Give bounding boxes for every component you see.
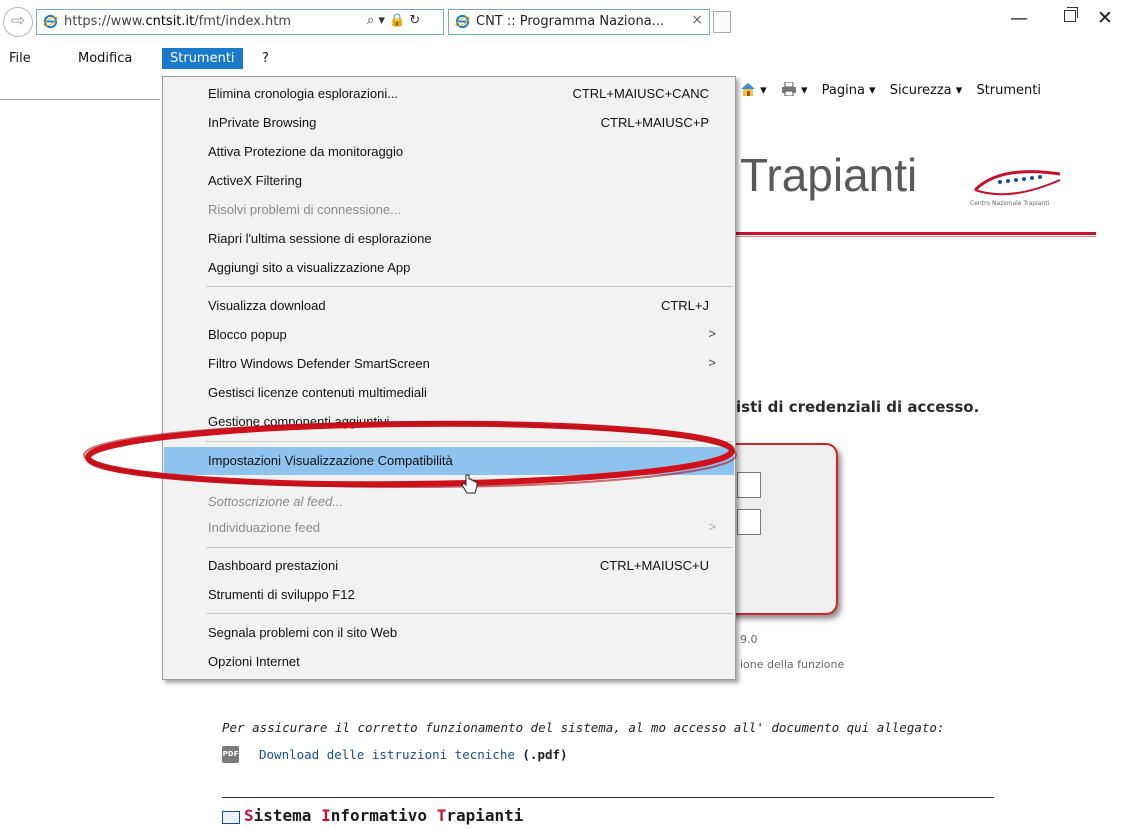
hand-cursor-icon bbox=[461, 474, 478, 494]
menu-item-inprivate[interactable]: InPrivate Browsing CTRL+MAIUSC+P bbox=[164, 109, 734, 137]
restore-button[interactable] bbox=[1064, 7, 1078, 22]
address-tools[interactable]: ⌕ ▾ 🔒 ↻ bbox=[367, 13, 420, 28]
password-field[interactable] bbox=[737, 509, 761, 535]
menu-item-visualizza-download[interactable]: Visualizza download CTRL+J bbox=[164, 292, 734, 320]
back-button[interactable]: ⇨ bbox=[3, 7, 33, 37]
address-bar[interactable]: https://www.cntsit.it/fmt/index.htm ⌕ ▾ … bbox=[36, 9, 444, 35]
home-dropdown-icon[interactable]: ▾ bbox=[760, 83, 767, 98]
print-dropdown-icon[interactable]: ▾ bbox=[801, 83, 808, 98]
menu-item-aggiungi-app[interactable]: Aggiungi sito a visualizzazione App bbox=[164, 254, 734, 282]
strumenti-menu: Elimina cronologia esplorazioni... CTRL+M… bbox=[162, 76, 736, 680]
sit-title: Sistema Informativo Trapianti bbox=[244, 806, 524, 825]
command-bar: ▾ ▾ Pagina ▾ Sicurezza ▾ Strumenti bbox=[740, 80, 1051, 98]
submenu-arrow-icon: > bbox=[708, 519, 716, 534]
print-icon[interactable] bbox=[781, 82, 797, 96]
new-tab-icon[interactable] bbox=[713, 11, 731, 33]
tab-title: CNT :: Programma Naziona... bbox=[476, 14, 665, 29]
browser-tab[interactable]: CNT :: Programma Naziona... × bbox=[448, 9, 710, 35]
logo-subtitle: Centro Nazionale Trapianti bbox=[970, 200, 1050, 207]
menu-item-elimina-cronologia[interactable]: Elimina cronologia esplorazioni... CTRL+M… bbox=[164, 80, 734, 108]
logo-title: Trapianti bbox=[740, 149, 918, 201]
function-text: ione della funzione bbox=[740, 658, 845, 671]
minimize-button[interactable]: — bbox=[1010, 8, 1028, 29]
menu-help[interactable]: ? bbox=[262, 51, 269, 66]
submenu-arrow-icon: > bbox=[708, 355, 716, 370]
sicurezza-button[interactable]: Sicurezza ▾ bbox=[890, 83, 963, 98]
menu-separator bbox=[206, 286, 733, 287]
footer-divider bbox=[222, 797, 994, 798]
menu-separator bbox=[206, 547, 733, 548]
menu-item-segnala-problemi[interactable]: Segnala problemi con il sito Web bbox=[164, 619, 734, 647]
tab-ie-icon bbox=[455, 14, 470, 29]
header-divider-thin bbox=[730, 236, 1096, 237]
menu-item-licenze-multimediali[interactable]: Gestisci licenze contenuti multimediali bbox=[164, 379, 734, 407]
mail-icon bbox=[222, 811, 240, 824]
submenu-arrow-icon: > bbox=[708, 326, 716, 341]
menu-item-blocco-popup[interactable]: Blocco popup > bbox=[164, 321, 734, 349]
menu-file[interactable]: File bbox=[9, 51, 31, 66]
menu-separator bbox=[206, 613, 733, 614]
menu-item-smartscreen[interactable]: Filtro Windows Defender SmartScreen > bbox=[164, 350, 734, 378]
pagina-button[interactable]: Pagina ▾ bbox=[822, 83, 876, 98]
pdf-icon: PDF bbox=[222, 746, 239, 763]
username-field[interactable] bbox=[737, 472, 761, 498]
close-window-button[interactable]: ✕ bbox=[1097, 7, 1113, 29]
menu-item-activex-filtering[interactable]: ActiveX Filtering bbox=[164, 167, 734, 195]
notice-text: Per assicurare il corretto funzionamento… bbox=[222, 720, 945, 735]
tab-close-icon[interactable]: × bbox=[691, 12, 703, 28]
menubar-divider bbox=[0, 99, 160, 100]
menu-item-strumenti-sviluppo[interactable]: Strumenti di sviluppo F12 bbox=[164, 581, 734, 609]
menu-item-protezione-monitoraggio[interactable]: Attiva Protezione da monitoraggio bbox=[164, 138, 734, 166]
menu-item-dashboard-prestazioni[interactable]: Dashboard prestazioni CTRL+MAIUSC+U bbox=[164, 552, 734, 580]
menu-item-opzioni-internet[interactable]: Opzioni Internet bbox=[164, 648, 734, 676]
header-divider bbox=[730, 232, 1096, 235]
strumenti-button[interactable]: Strumenti bbox=[976, 83, 1041, 98]
url-text[interactable]: https://www.cntsit.it/fmt/index.htm bbox=[64, 14, 291, 29]
menu-item-individuazione-feed: Individuazione feed > bbox=[208, 519, 716, 535]
home-icon[interactable] bbox=[740, 82, 756, 96]
menu-item-riapri-sessione[interactable]: Riapri l'ultima sessione di esplorazione bbox=[164, 225, 734, 253]
ie-logo-icon bbox=[43, 14, 58, 29]
annotation-ellipse bbox=[83, 420, 737, 488]
menu-item-risolvi-problemi: Risolvi problemi di connessione... bbox=[208, 202, 401, 217]
credentials-heading: isti di credenziali di accesso. bbox=[736, 398, 980, 416]
download-link[interactable]: Download delle istruzioni tecniche (.pdf… bbox=[259, 747, 568, 762]
menu-modifica[interactable]: Modifica bbox=[78, 51, 132, 66]
version-text: 9.0 bbox=[740, 633, 758, 646]
menu-strumenti[interactable]: Strumenti bbox=[162, 48, 243, 69]
